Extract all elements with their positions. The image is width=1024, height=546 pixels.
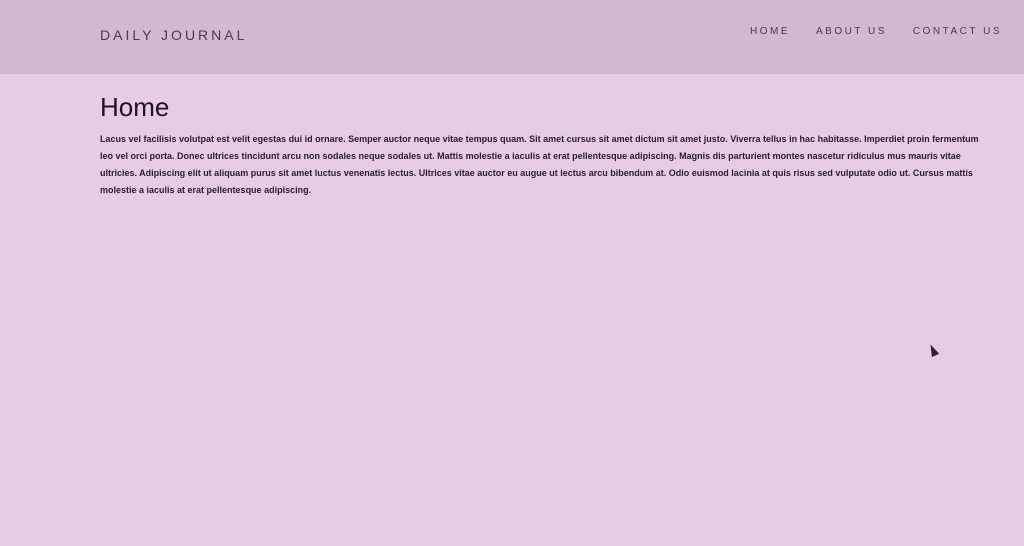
page-title: Home <box>100 92 170 122</box>
nav-links: HOME ABOUT US CONTACT US <box>750 26 1002 37</box>
nav-link-home[interactable]: HOME <box>750 26 790 37</box>
navbar: DAILY JOURNAL HOME ABOUT US CONTACT US <box>0 0 1024 74</box>
mouse-pointer-icon <box>926 342 940 358</box>
nav-link-about-us[interactable]: ABOUT US <box>816 26 887 37</box>
site-brand[interactable]: DAILY JOURNAL <box>100 27 247 43</box>
main-content: Home Lacus vel facilisis volutpat est ve… <box>100 92 985 199</box>
nav-link-contact-us[interactable]: CONTACT US <box>913 26 1002 37</box>
body-paragraph: Lacus vel facilisis volutpat est velit e… <box>100 134 979 195</box>
